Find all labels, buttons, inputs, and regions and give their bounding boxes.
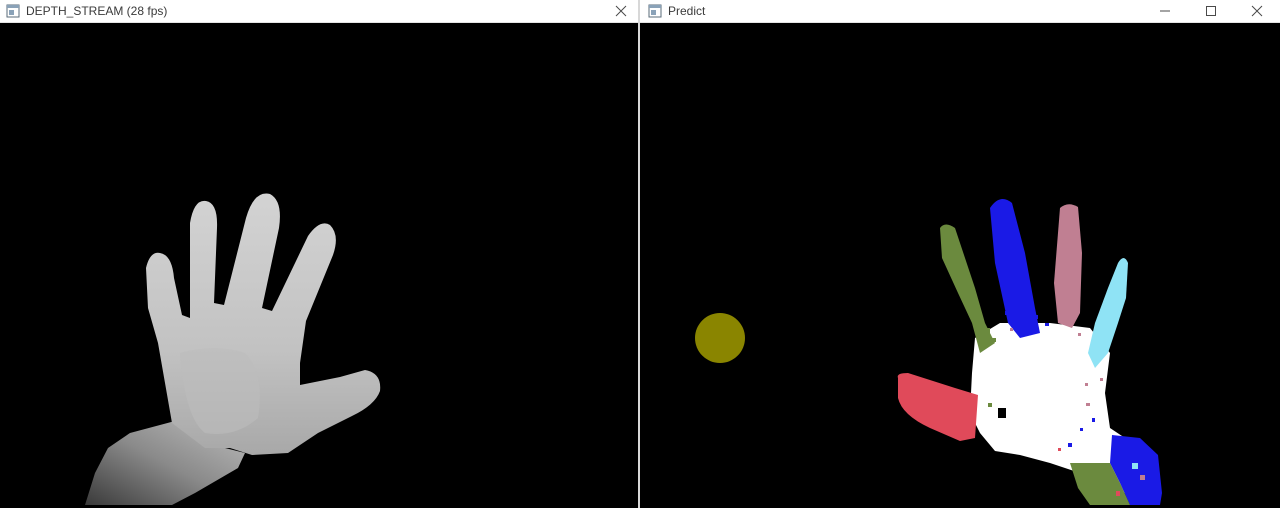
predict-view [640, 23, 1280, 508]
segment-thumb [897, 373, 978, 441]
close-icon [615, 5, 627, 17]
maximize-icon [1205, 5, 1217, 17]
segment-pinky [1088, 258, 1128, 368]
segment-ring [1054, 204, 1082, 328]
app-window-icon [648, 4, 662, 18]
desktop: DEPTH_STREAM (28 fps) Predict [0, 0, 1280, 508]
segmentation-image [695, 199, 1162, 505]
predict-title: Predict [668, 4, 706, 18]
depth-hand [146, 193, 381, 455]
predict-minimize-button[interactable] [1142, 0, 1188, 22]
app-window-icon [6, 4, 20, 18]
minimize-icon [1159, 5, 1171, 17]
segment-middle [990, 199, 1040, 338]
predict-maximize-button[interactable] [1188, 0, 1234, 22]
depth-stream-title: DEPTH_STREAM (28 fps) [26, 4, 168, 18]
predict-close-button[interactable] [1234, 0, 1280, 22]
predict-titlebar[interactable]: Predict [640, 0, 1280, 23]
depth-stream-window: DEPTH_STREAM (28 fps) [0, 0, 638, 508]
depth-hand-image [85, 193, 381, 505]
depth-stream-titlebar[interactable]: DEPTH_STREAM (28 fps) [0, 0, 638, 23]
close-icon [1251, 5, 1263, 17]
depth-view [0, 23, 638, 508]
predict-window: Predict [640, 0, 1280, 508]
segment-index [940, 224, 995, 353]
marker-circle [695, 313, 745, 363]
